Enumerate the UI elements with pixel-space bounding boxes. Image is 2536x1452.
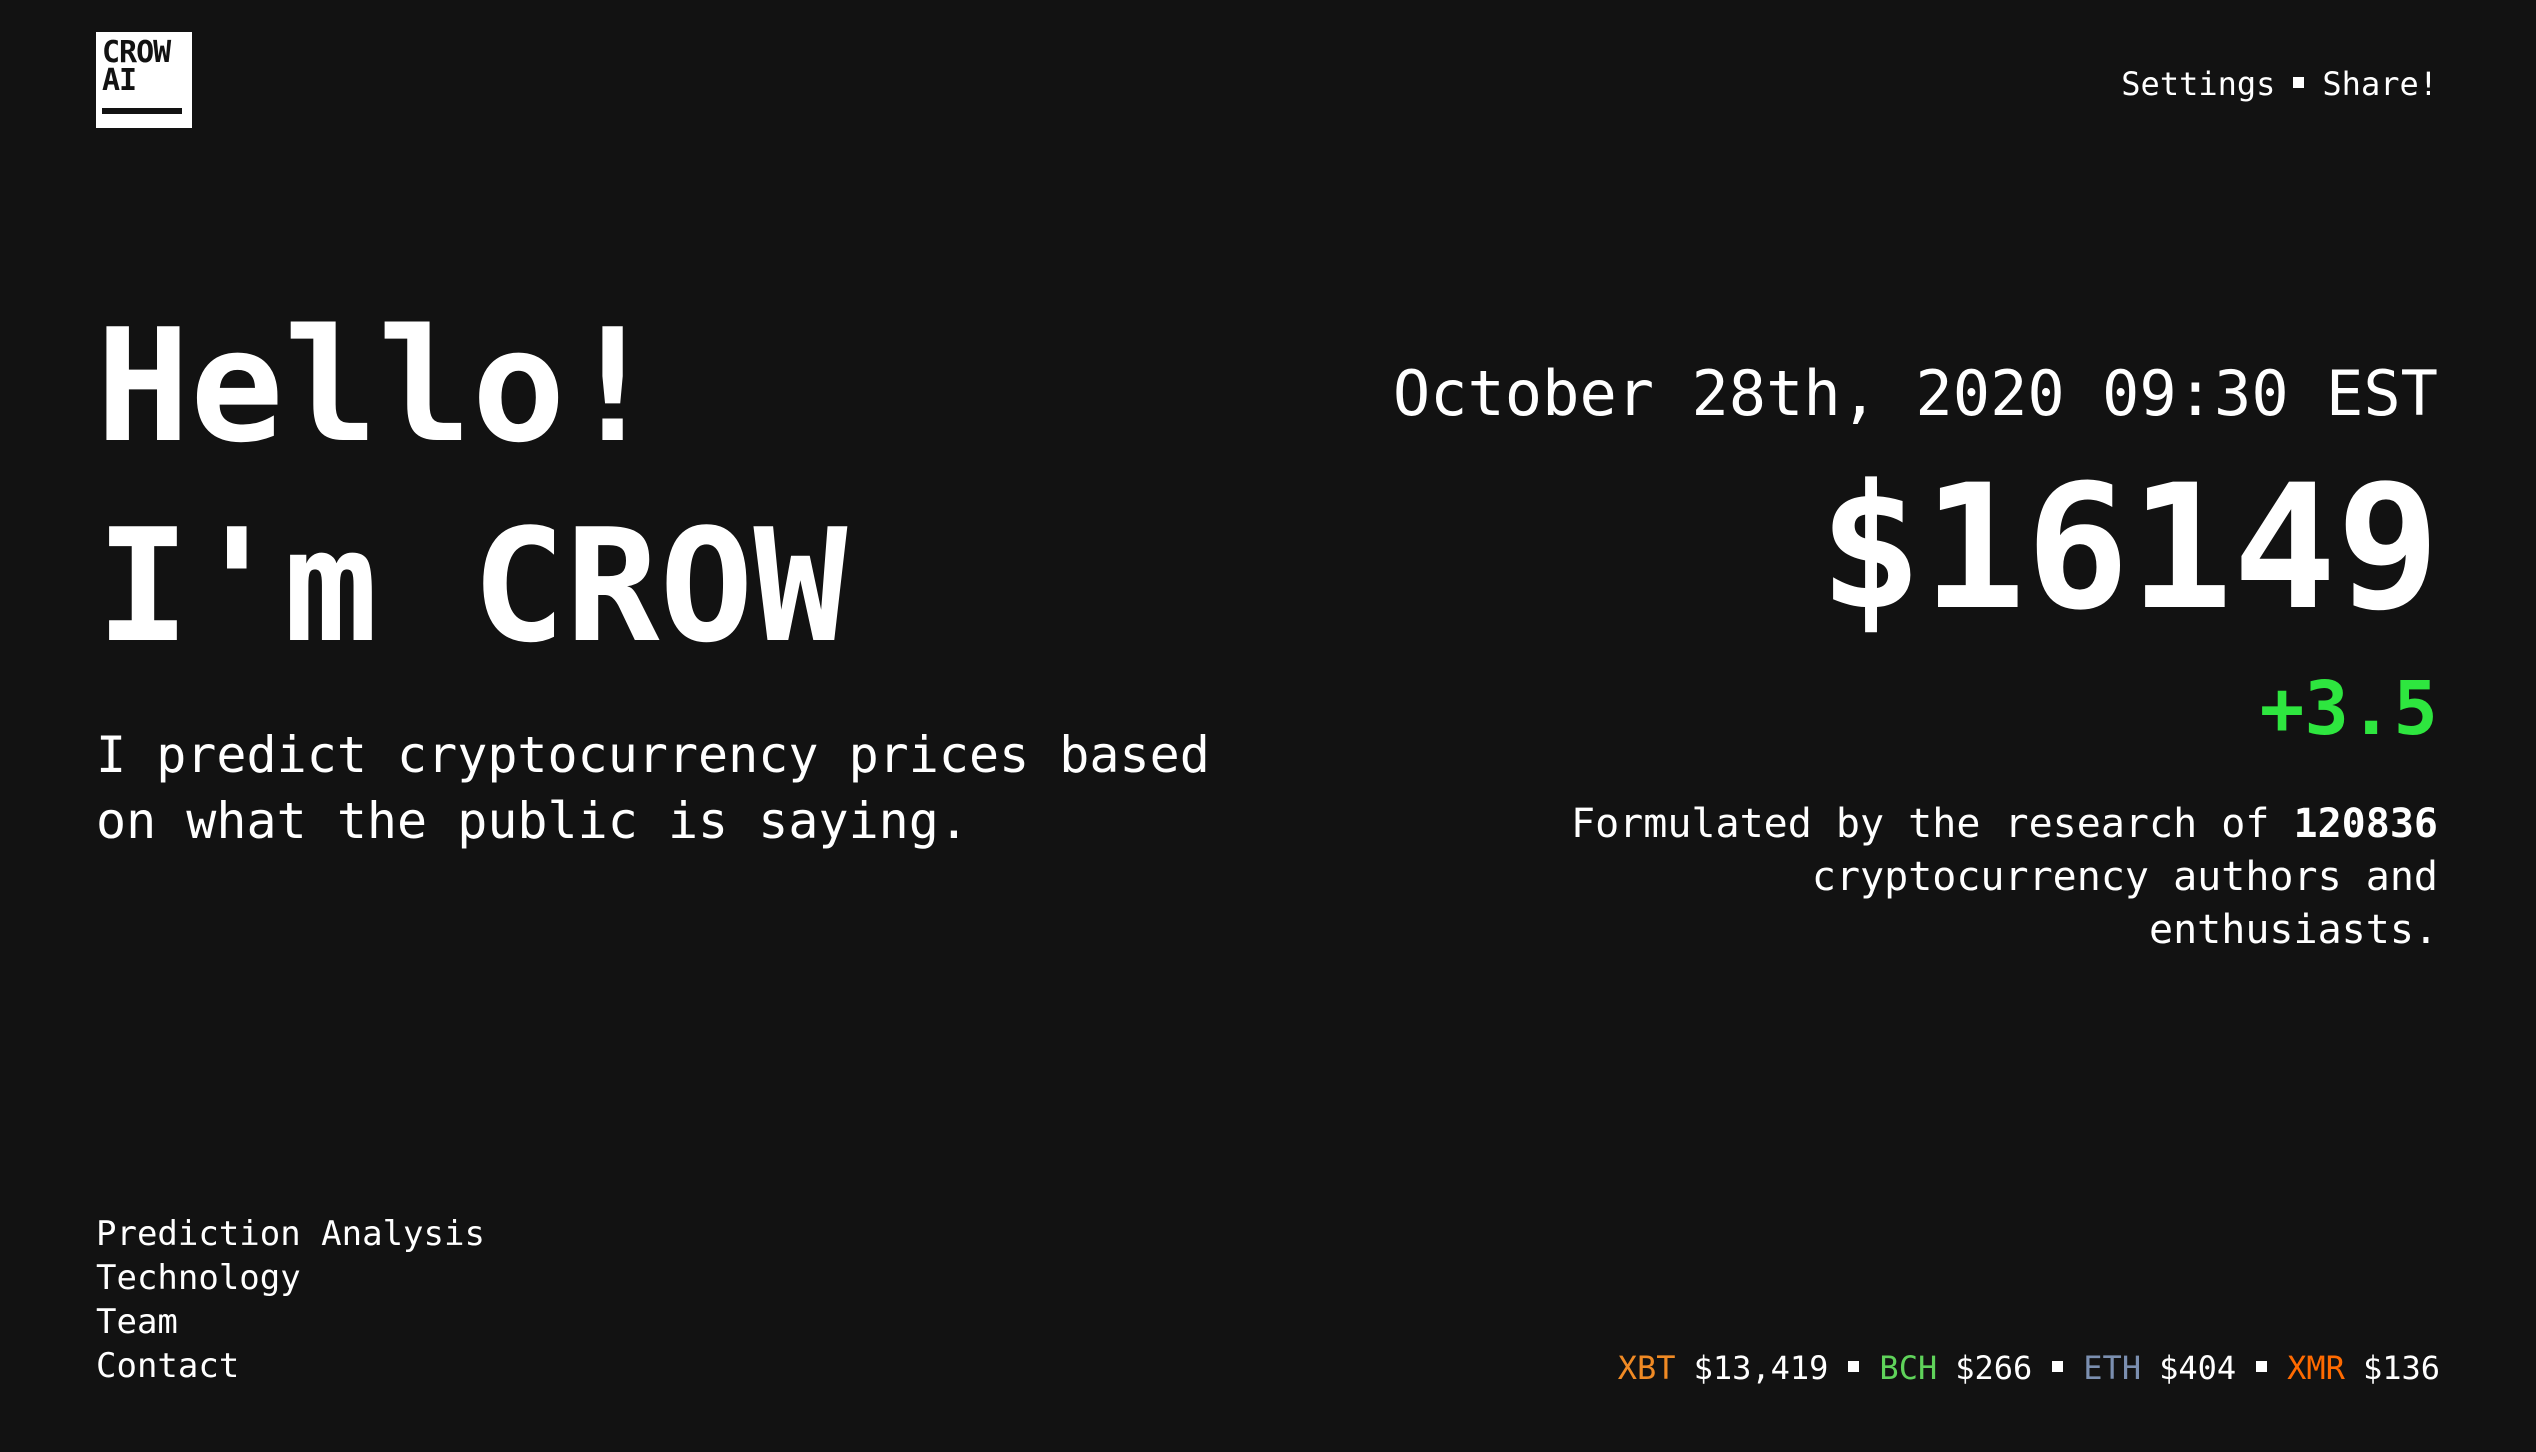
- ticker-symbol-bch: BCH: [1879, 1349, 1938, 1387]
- separator-square-icon: [2052, 1360, 2064, 1372]
- footer-link-team[interactable]: Team: [96, 1300, 485, 1344]
- hero-heading-line1: Hello!: [96, 295, 660, 477]
- footer-link-contact[interactable]: Contact: [96, 1344, 485, 1388]
- ticker-price-bch: $266: [1955, 1349, 2033, 1387]
- author-count: 120836: [2293, 801, 2439, 847]
- logo-text-line2: AI: [102, 63, 137, 98]
- formulated-note: Formulated by the research of 120836 cry…: [1538, 798, 2438, 957]
- share-link[interactable]: Share!: [2322, 64, 2438, 104]
- hero-heading-line2: I'm CROW: [96, 495, 848, 677]
- footer-link-prediction-analysis[interactable]: Prediction Analysis: [96, 1212, 485, 1256]
- formulated-prefix: Formulated by the research of: [1571, 801, 2270, 847]
- predicted-price: $16149: [1818, 447, 2440, 648]
- top-nav: Settings Share!: [2121, 64, 2438, 104]
- ticker-price-xbt: $13,419: [1693, 1349, 1829, 1387]
- settings-link[interactable]: Settings: [2121, 64, 2275, 104]
- footer-link-technology[interactable]: Technology: [96, 1256, 485, 1300]
- ticker-symbol-eth: ETH: [2083, 1349, 2142, 1387]
- price-change: +3.5: [2259, 666, 2438, 752]
- ticker-symbol-xbt: XBT: [1617, 1349, 1676, 1387]
- hero-subtitle: I predict cryptocurrency prices based on…: [96, 726, 1210, 850]
- crow-ai-logo[interactable]: CROW AI: [96, 32, 192, 128]
- separator-square-icon: [1848, 1360, 1860, 1372]
- ticker-symbol-xmr: XMR: [2287, 1349, 2345, 1387]
- formulated-suffix: cryptocurrency authors and enthusiasts.: [1811, 854, 2438, 953]
- ticker-price-xmr: $136: [2362, 1349, 2440, 1387]
- footer-nav: Prediction Analysis Technology Team Cont…: [96, 1212, 485, 1388]
- separator-square-icon: [2256, 1360, 2268, 1372]
- prediction-datetime: October 28th, 2020 09:30 EST: [1392, 357, 2438, 430]
- ticker-price-eth: $404: [2159, 1349, 2237, 1387]
- logo-underline: [102, 108, 182, 114]
- separator-square-icon: [2293, 76, 2305, 88]
- hero-heading: Hello! I'm CROW: [96, 286, 847, 686]
- price-ticker: XBT $13,419 BCH $266 ETH $404 XMR $136: [1618, 1348, 2440, 1388]
